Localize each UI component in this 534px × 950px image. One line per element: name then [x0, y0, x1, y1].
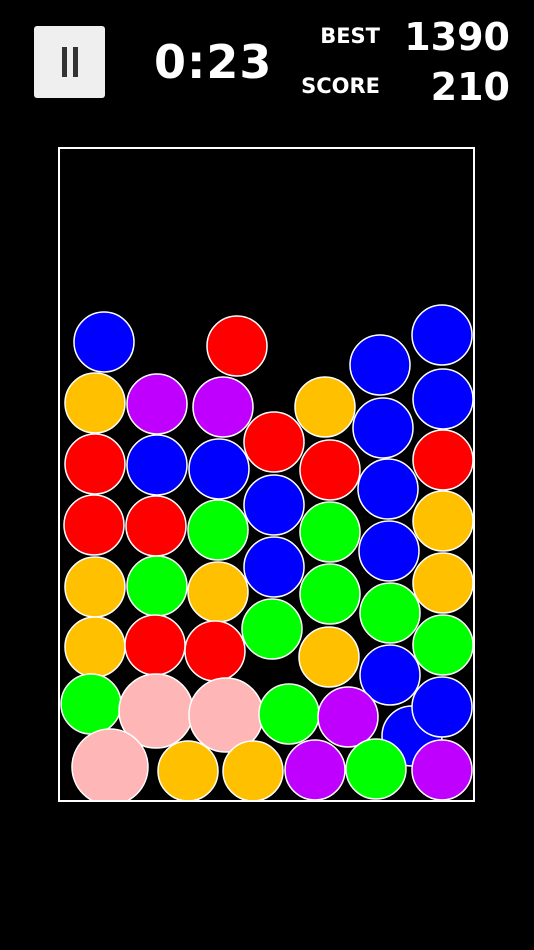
ball-green[interactable] [126, 555, 188, 617]
ball-red[interactable] [206, 315, 268, 377]
ball-purple[interactable] [317, 686, 379, 748]
ball-green[interactable] [412, 614, 473, 676]
ball-blue[interactable] [349, 334, 411, 396]
ball-yellow[interactable] [64, 372, 126, 434]
timer: 0:23 [154, 35, 273, 89]
score-label: SCORE [301, 74, 380, 98]
ball-green[interactable] [60, 673, 122, 735]
ball-blue[interactable] [352, 397, 414, 459]
ball-green[interactable] [345, 738, 407, 800]
ball-purple[interactable] [284, 739, 346, 800]
best-value: 1390 [404, 15, 510, 59]
ball-green[interactable] [359, 582, 421, 644]
ball-purple[interactable] [126, 373, 188, 435]
ball-blue[interactable] [73, 311, 135, 373]
ball-red[interactable] [412, 429, 473, 491]
pause-button[interactable] [34, 26, 105, 98]
ball-yellow[interactable] [222, 740, 284, 800]
ball-layer [60, 304, 473, 800]
ball-blue[interactable] [412, 368, 473, 430]
ball-red[interactable] [184, 620, 246, 682]
ball-yellow[interactable] [412, 490, 473, 552]
ball-blue[interactable] [411, 304, 473, 366]
ball-green[interactable] [187, 499, 249, 561]
ball-red[interactable] [243, 411, 305, 473]
ball-blue[interactable] [411, 676, 473, 738]
ball-pink[interactable] [71, 728, 149, 800]
ball-blue[interactable] [126, 434, 188, 496]
ball-yellow[interactable] [157, 740, 219, 800]
ball-red[interactable] [124, 614, 186, 676]
ball-yellow[interactable] [187, 561, 249, 623]
ball-blue[interactable] [243, 474, 305, 536]
ball-blue[interactable] [357, 458, 419, 520]
pause-icon [72, 47, 78, 77]
ball-red[interactable] [64, 433, 126, 495]
ball-blue[interactable] [358, 520, 420, 582]
ball-purple[interactable] [192, 376, 254, 438]
ball-green[interactable] [241, 598, 303, 660]
ball-red[interactable] [63, 494, 125, 556]
ball-blue[interactable] [243, 536, 305, 598]
ball-green[interactable] [299, 563, 361, 625]
ball-green[interactable] [299, 501, 361, 563]
ball-purple[interactable] [411, 739, 473, 800]
ball-green[interactable] [258, 683, 320, 745]
ball-red[interactable] [299, 439, 361, 501]
ball-blue[interactable] [188, 438, 250, 500]
ball-yellow[interactable] [298, 626, 360, 688]
best-label: BEST [320, 24, 380, 48]
ball-red[interactable] [125, 495, 187, 557]
game-board[interactable] [58, 147, 475, 802]
pause-icon [61, 47, 67, 77]
ball-yellow[interactable] [64, 556, 126, 618]
score-value: 210 [430, 65, 510, 109]
ball-yellow[interactable] [64, 616, 126, 678]
ball-yellow[interactable] [294, 376, 356, 438]
ball-yellow[interactable] [412, 552, 473, 614]
